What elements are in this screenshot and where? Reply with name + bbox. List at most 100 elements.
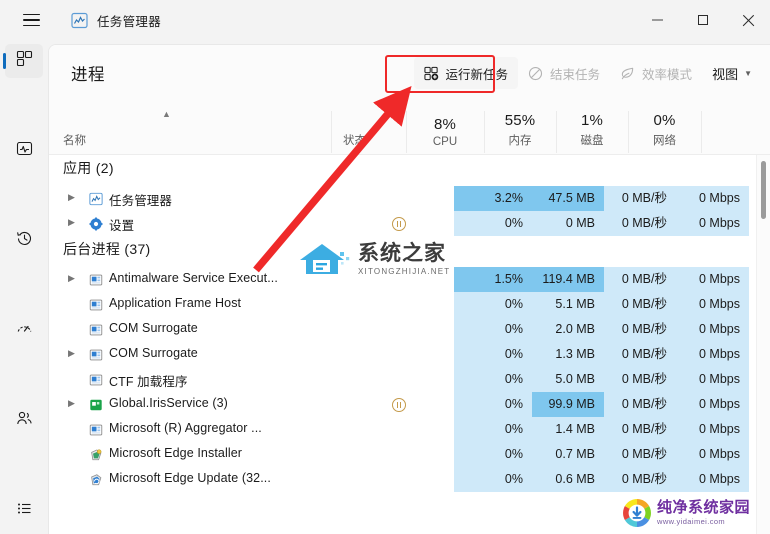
- minimize-button[interactable]: [635, 0, 680, 40]
- cell-disk: 0 MB/秒: [604, 186, 676, 211]
- block-icon: [528, 66, 543, 81]
- page-title: 进程: [71, 66, 105, 84]
- table-row[interactable]: ▶ 任务管理器 3.2% 47.5 MB 0 MB/秒 0 Mbps: [49, 186, 749, 211]
- table-row[interactable]: ▶ Global.IrisService (3) 0% 99.9 MB 0 MB/秒 0 …: [49, 392, 749, 417]
- cell-network: 0 Mbps: [676, 392, 749, 417]
- cell-network: 0 Mbps: [676, 211, 749, 236]
- end-task-button[interactable]: 结束任务: [518, 57, 610, 89]
- process-group-label: 应用 (2): [63, 160, 114, 176]
- navigation-sidebar: [0, 40, 48, 534]
- exe-icon: [88, 372, 103, 387]
- process-name: CTF 加载程序: [109, 375, 188, 389]
- cell-memory: 0.6 MB: [532, 467, 604, 492]
- efficiency-mode-label: 效率模式: [642, 67, 693, 82]
- cell-cpu: 0%: [454, 342, 532, 367]
- vertical-scrollbar[interactable]: [756, 155, 770, 534]
- grid-icon: [16, 50, 33, 72]
- cell-network: 0 Mbps: [676, 417, 749, 442]
- cell-disk: 0 MB/秒: [604, 417, 676, 442]
- leaf-icon: [620, 66, 635, 81]
- view-button[interactable]: 视图 ▼: [702, 57, 760, 89]
- cell-memory: 1.4 MB: [532, 417, 604, 442]
- process-table-body: Microsoft Edge Update (32... 0% 0.6 MB 0 MB…: [49, 155, 770, 534]
- edge-update-icon: [88, 472, 103, 487]
- process-group-header[interactable]: 应用 (2): [49, 155, 749, 180]
- table-row[interactable]: Application Frame Host 0% 5.1 MB 0 MB/秒 0 Mb…: [49, 292, 749, 317]
- scrollbar-thumb[interactable]: [761, 161, 766, 219]
- content-panel: 进程 运行新任务 结束任务 效率模式 视图 ▼ ▲ 名称 状态 8% CPU 5…: [48, 44, 770, 534]
- cell-memory: 119.4 MB: [532, 267, 604, 292]
- sidebar-item-processes[interactable]: [0, 40, 48, 82]
- hamburger-icon[interactable]: [8, 4, 54, 36]
- chart-icon: [70, 11, 88, 29]
- table-row[interactable]: COM Surrogate 0% 2.0 MB 0 MB/秒 0 Mbps: [49, 317, 749, 342]
- gauge-icon: [16, 320, 33, 342]
- chevron-right-icon[interactable]: ▶: [68, 398, 79, 409]
- column-header-name[interactable]: 名称: [63, 132, 86, 148]
- cell-disk: 0 MB/秒: [604, 467, 676, 492]
- process-group-header[interactable]: 后台进程 (37): [49, 236, 749, 261]
- close-button[interactable]: [725, 0, 770, 40]
- column-header-network[interactable]: 0% 网络: [628, 112, 701, 148]
- window-title: 任务管理器: [97, 14, 162, 29]
- column-header-memory[interactable]: 55% 内存: [484, 112, 556, 148]
- exe-icon: [88, 272, 103, 287]
- cell-network: 0 Mbps: [676, 342, 749, 367]
- cell-cpu: 3.2%: [454, 186, 532, 211]
- cell-network: 0 Mbps: [676, 292, 749, 317]
- list-icon: [16, 500, 33, 522]
- end-task-label: 结束任务: [550, 67, 601, 82]
- table-row[interactable]: ▶ 设置 0% 0 MB 0 MB/秒 0 Mbps: [49, 211, 749, 236]
- cell-disk: 0 MB/秒: [604, 367, 676, 392]
- chevron-right-icon[interactable]: ▶: [68, 273, 79, 284]
- exe-icon: [88, 297, 103, 312]
- table-row[interactable]: ▶ Antimalware Service Execut... 1.5% 119.4 …: [49, 267, 749, 292]
- cell-memory: 5.1 MB: [532, 292, 604, 317]
- sidebar-item-startup[interactable]: [0, 310, 48, 352]
- table-row[interactable]: ▶ COM Surrogate 0% 1.3 MB 0 MB/秒 0 Mbps: [49, 342, 749, 367]
- cell-cpu: 0%: [454, 442, 532, 467]
- pulse-icon: [16, 140, 33, 162]
- cell-disk: 0 MB/秒: [604, 211, 676, 236]
- table-row[interactable]: Microsoft Edge Installer 0% 0.7 MB 0 MB/秒 0 …: [49, 442, 749, 467]
- exe-icon: [88, 322, 103, 337]
- cell-cpu: 0%: [454, 211, 532, 236]
- cell-cpu: 1.5%: [454, 267, 532, 292]
- sidebar-item-performance[interactable]: [0, 130, 48, 172]
- maximize-button[interactable]: [680, 0, 725, 40]
- efficiency-mode-button[interactable]: 效率模式: [610, 57, 702, 89]
- chevron-right-icon[interactable]: ▶: [68, 348, 79, 359]
- table-row[interactable]: CTF 加载程序 0% 5.0 MB 0 MB/秒 0 Mbps: [49, 367, 749, 392]
- run-new-task-button[interactable]: 运行新任务: [413, 57, 519, 89]
- cell-memory: 47.5 MB: [532, 186, 604, 211]
- cell-memory: 0.7 MB: [532, 442, 604, 467]
- settings-icon: [88, 216, 103, 231]
- sort-ascending-icon: ▲: [162, 109, 171, 119]
- cell-memory: 1.3 MB: [532, 342, 604, 367]
- cell-disk: 0 MB/秒: [604, 442, 676, 467]
- table-row[interactable]: Microsoft Edge Update (32... 0% 0.6 MB 0 MB…: [49, 467, 749, 492]
- status-badge: [379, 392, 419, 417]
- process-name: 设置: [109, 219, 135, 233]
- column-header-status[interactable]: 状态: [343, 132, 366, 148]
- sidebar-item-app-history[interactable]: [0, 220, 48, 262]
- view-label: 视图: [712, 66, 739, 82]
- cell-disk: 0 MB/秒: [604, 392, 676, 417]
- cell-cpu: 0%: [454, 317, 532, 342]
- column-header-cpu[interactable]: 8% CPU: [406, 116, 484, 148]
- process-group-label: 后台进程 (37): [63, 241, 151, 257]
- table-row[interactable]: Microsoft (R) Aggregator ... 0% 1.4 MB 0 MB…: [49, 417, 749, 442]
- chevron-down-icon: ▼: [744, 68, 752, 78]
- taskmgr-icon: [88, 191, 103, 206]
- cell-network: 0 Mbps: [676, 186, 749, 211]
- cell-cpu: 0%: [454, 467, 532, 492]
- chevron-right-icon[interactable]: ▶: [68, 192, 79, 203]
- sidebar-item-details[interactable]: [0, 490, 48, 532]
- run-new-task-label: 运行新任务: [445, 67, 509, 82]
- chevron-right-icon[interactable]: ▶: [68, 217, 79, 228]
- command-actions: 运行新任务 结束任务 效率模式 视图 ▼: [413, 45, 760, 101]
- cell-memory: 99.9 MB: [532, 392, 604, 417]
- cell-memory: 5.0 MB: [532, 367, 604, 392]
- column-header-disk[interactable]: 1% 磁盘: [556, 112, 628, 148]
- sidebar-item-users[interactable]: [0, 400, 48, 442]
